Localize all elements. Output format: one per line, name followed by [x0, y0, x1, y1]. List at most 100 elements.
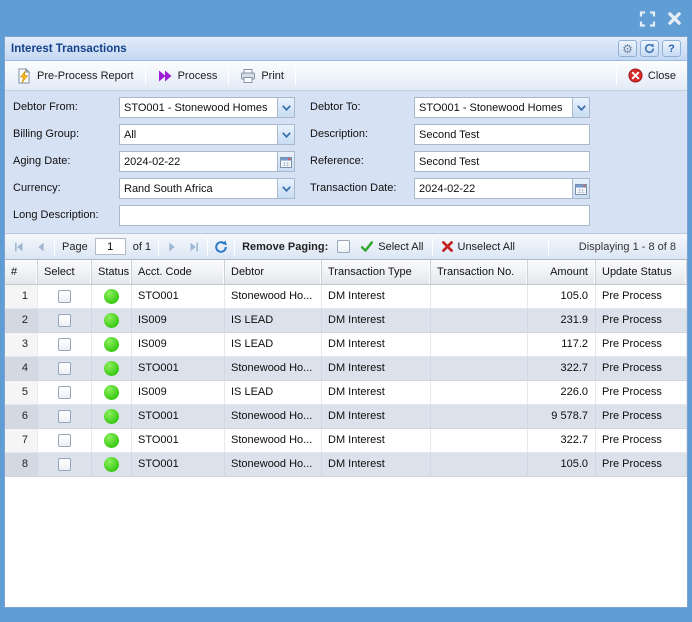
column-header-select[interactable]: Select: [38, 260, 92, 284]
table-row[interactable]: 1 STO001 Stonewood Ho... DM Interest 105…: [5, 285, 687, 309]
status-green-dot-icon: [104, 409, 119, 424]
long-description-input[interactable]: [120, 206, 589, 225]
acct-code-cell: IS009: [132, 381, 225, 405]
row-checkbox[interactable]: [58, 386, 71, 399]
unselect-all-label: Unselect All: [458, 241, 515, 253]
long-description-label: Long Description:: [13, 205, 99, 226]
row-status-cell: [92, 453, 132, 477]
currency-dropdown-trigger[interactable]: [277, 179, 294, 198]
row-checkbox[interactable]: [58, 434, 71, 447]
column-header-rownum[interactable]: #: [5, 260, 38, 284]
row-status-cell: [92, 429, 132, 453]
currency-value[interactable]: [120, 179, 277, 198]
row-select-cell: [38, 429, 92, 453]
long-description-field[interactable]: [119, 205, 590, 226]
debtor-cell: Stonewood Ho...: [225, 405, 322, 429]
status-green-dot-icon: [104, 433, 119, 448]
row-checkbox[interactable]: [58, 290, 71, 303]
billing-group-combo[interactable]: [119, 124, 295, 145]
billing-group-value[interactable]: [120, 125, 277, 144]
table-row[interactable]: 4 STO001 Stonewood Ho... DM Interest 322…: [5, 357, 687, 381]
row-select-cell: [38, 333, 92, 357]
transaction-date-field[interactable]: [414, 178, 590, 199]
acct-code-cell: IS009: [132, 309, 225, 333]
column-header-amount[interactable]: Amount: [528, 260, 596, 284]
amount-cell: 105.0: [528, 285, 596, 309]
transaction-no-cell: [431, 453, 528, 477]
refresh-grid-button[interactable]: [212, 238, 230, 256]
settings-button[interactable]: ⚙: [618, 40, 637, 57]
table-row[interactable]: 2 IS009 IS LEAD DM Interest 231.9 Pre Pr…: [5, 309, 687, 333]
debtor-to-combo[interactable]: [414, 97, 590, 118]
table-row[interactable]: 8 STO001 Stonewood Ho... DM Interest 105…: [5, 453, 687, 477]
print-button[interactable]: Print: [235, 65, 289, 87]
reference-field[interactable]: [414, 151, 590, 172]
debtor-to-dropdown-trigger[interactable]: [572, 98, 589, 117]
remove-paging-checkbox[interactable]: [337, 240, 350, 253]
panel-header-tools: ⚙ ?: [618, 40, 681, 57]
unselect-all-button[interactable]: Unselect All: [437, 238, 519, 255]
column-header-update-status[interactable]: Update Status: [596, 260, 687, 284]
refresh-panel-button[interactable]: [640, 40, 659, 57]
currency-combo[interactable]: [119, 178, 295, 199]
debtor-from-dropdown-trigger[interactable]: [277, 98, 294, 117]
row-status-cell: [92, 285, 132, 309]
close-button[interactable]: Close: [623, 65, 681, 86]
help-button[interactable]: ?: [662, 40, 681, 57]
status-green-dot-icon: [104, 313, 119, 328]
currency-label: Currency:: [13, 178, 61, 199]
next-page-button[interactable]: [163, 238, 181, 256]
print-label: Print: [261, 70, 284, 82]
billing-group-dropdown-trigger[interactable]: [277, 125, 294, 144]
update-status-cell: Pre Process: [596, 285, 687, 309]
description-input[interactable]: [415, 125, 589, 144]
paging-separator: [158, 238, 159, 256]
column-header-transaction-no[interactable]: Transaction No.: [431, 260, 528, 284]
prev-page-button[interactable]: [32, 238, 50, 256]
process-button[interactable]: Process: [152, 65, 223, 87]
row-checkbox[interactable]: [58, 338, 71, 351]
pre-process-report-button[interactable]: Pre-Process Report: [11, 65, 139, 87]
transaction-date-calendar-trigger[interactable]: [572, 179, 589, 198]
aging-date-field[interactable]: [119, 151, 295, 172]
debtor-to-value[interactable]: [415, 98, 572, 117]
amount-cell: 231.9: [528, 309, 596, 333]
description-field[interactable]: [414, 124, 590, 145]
column-header-debtor[interactable]: Debtor: [225, 260, 322, 284]
row-checkbox[interactable]: [58, 410, 71, 423]
row-select-cell: [38, 309, 92, 333]
table-row[interactable]: 7 STO001 Stonewood Ho... DM Interest 322…: [5, 429, 687, 453]
window-close-button[interactable]: [665, 10, 683, 27]
reference-input[interactable]: [415, 152, 589, 171]
maximize-button[interactable]: [638, 10, 656, 27]
gear-icon: ⚙: [622, 43, 633, 55]
grid-rows: 1 STO001 Stonewood Ho... DM Interest 105…: [5, 285, 687, 477]
transaction-type-cell: DM Interest: [322, 333, 431, 357]
amount-cell: 105.0: [528, 453, 596, 477]
row-status-cell: [92, 333, 132, 357]
row-checkbox[interactable]: [58, 458, 71, 471]
first-page-button[interactable]: [10, 238, 28, 256]
debtor-from-value[interactable]: [120, 98, 277, 117]
table-row[interactable]: 6 STO001 Stonewood Ho... DM Interest 9 5…: [5, 405, 687, 429]
desktop-background: { "colors": { "window_background": "#609…: [0, 0, 692, 622]
row-checkbox[interactable]: [58, 314, 71, 327]
chevron-down-icon: [282, 105, 291, 111]
column-header-acct-code[interactable]: Acct. Code: [132, 260, 225, 284]
row-status-cell: [92, 309, 132, 333]
aging-date-input[interactable]: [120, 152, 277, 171]
select-all-button[interactable]: Select All: [356, 238, 427, 255]
aging-date-calendar-trigger[interactable]: [277, 152, 294, 171]
table-row[interactable]: 3 IS009 IS LEAD DM Interest 117.2 Pre Pr…: [5, 333, 687, 357]
debtor-from-combo[interactable]: [119, 97, 295, 118]
column-header-status[interactable]: Status: [92, 260, 132, 284]
row-checkbox[interactable]: [58, 362, 71, 375]
table-row[interactable]: 5 IS009 IS LEAD DM Interest 226.0 Pre Pr…: [5, 381, 687, 405]
transaction-date-input[interactable]: [415, 179, 572, 198]
row-number-cell: 6: [5, 405, 38, 429]
transaction-no-cell: [431, 357, 528, 381]
page-number-input[interactable]: [95, 238, 126, 255]
last-page-button[interactable]: [185, 238, 203, 256]
column-header-transaction-type[interactable]: Transaction Type: [322, 260, 431, 284]
paging-separator: [548, 238, 549, 256]
